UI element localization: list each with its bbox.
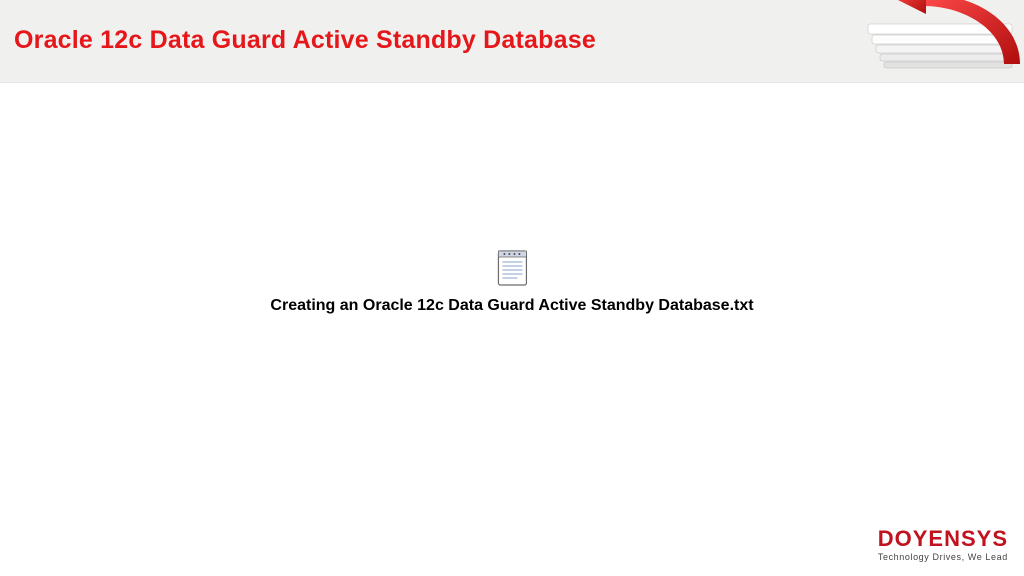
- paper-stack-arrow-icon: [854, 0, 1024, 82]
- brand-logo-text: DOYENSYS: [878, 528, 1008, 550]
- header-decorative-graphic: [854, 0, 1024, 82]
- text-file-icon: [497, 250, 527, 291]
- footer-brand-block: DOYENSYS Technology Drives, We Lead: [878, 528, 1008, 562]
- brand-tagline: Technology Drives, We Lead: [878, 552, 1008, 562]
- attachment-file[interactable]: Creating an Oracle 12c Data Guard Active…: [270, 250, 753, 315]
- slide-title: Oracle 12c Data Guard Active Standby Dat…: [14, 26, 596, 55]
- slide-header: Oracle 12c Data Guard Active Standby Dat…: [0, 0, 1024, 83]
- slide-body: Creating an Oracle 12c Data Guard Active…: [0, 82, 1024, 512]
- attachment-filename: Creating an Oracle 12c Data Guard Active…: [270, 297, 753, 315]
